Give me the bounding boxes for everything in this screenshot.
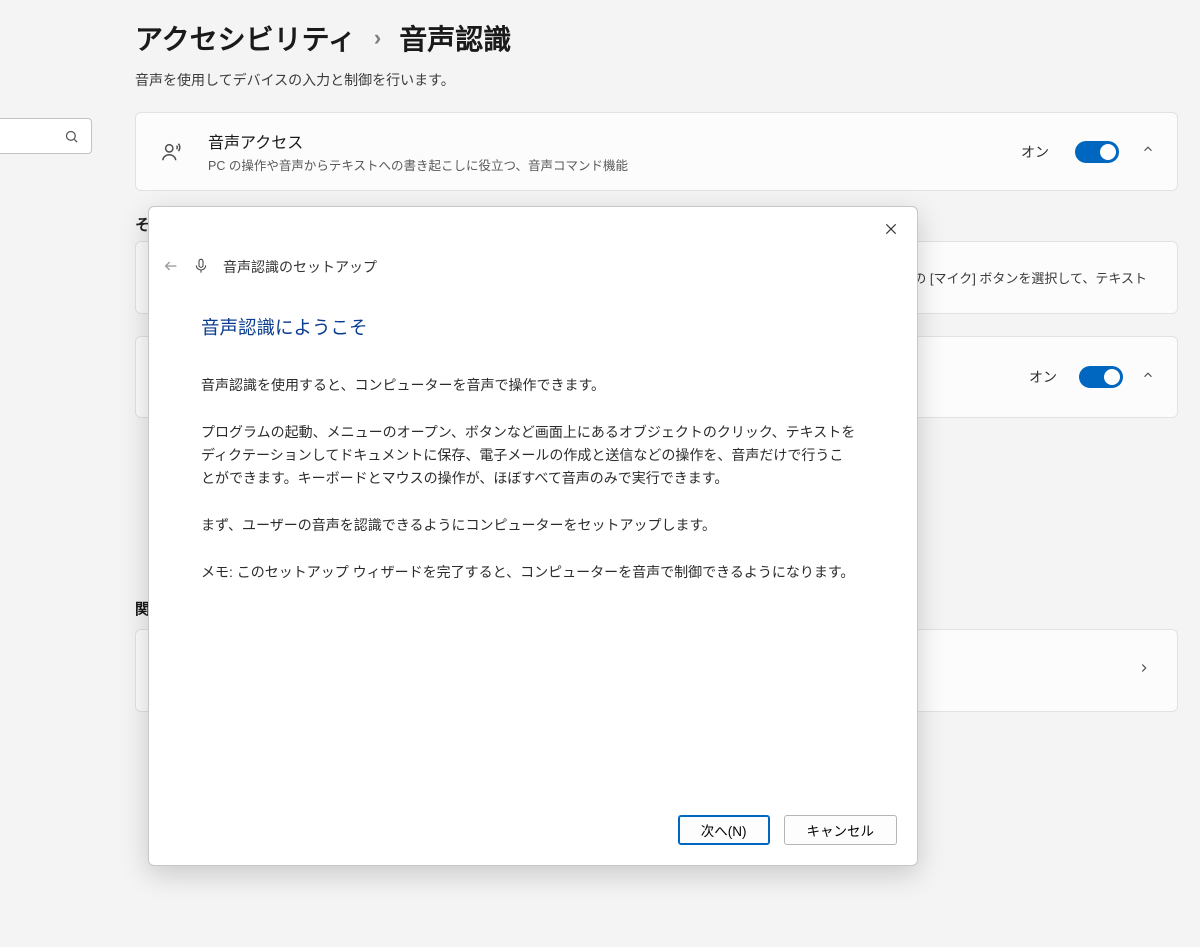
back-button[interactable]	[163, 258, 179, 277]
mic-hint-text: の [マイク] ボタンを選択して、テキスト	[913, 268, 1147, 287]
chevron-right-icon[interactable]	[1137, 661, 1151, 680]
secondary-toggle[interactable]	[1079, 366, 1123, 388]
wizard-paragraph-2: プログラムの起動、メニューのオープン、ボタンなど画面上にあるオブジェクトのクリッ…	[201, 421, 857, 490]
search-icon	[64, 129, 79, 144]
arrow-left-icon	[163, 258, 179, 274]
voice-access-title: 音声アクセス	[208, 129, 999, 153]
cancel-button[interactable]: キャンセル	[784, 815, 898, 845]
breadcrumb: アクセシビリティ › 音声認識	[0, 0, 1200, 66]
voice-access-icon	[158, 141, 186, 163]
voice-access-card[interactable]: 音声アクセス PC の操作や音声からテキストへの書き起こしに役立つ、音声コマンド…	[135, 112, 1178, 191]
breadcrumb-parent[interactable]: アクセシビリティ	[135, 18, 356, 58]
search-input[interactable]	[0, 118, 92, 154]
secondary-toggle-state: オン	[1029, 367, 1057, 387]
microphone-icon	[193, 258, 209, 277]
chevron-up-icon[interactable]	[1141, 368, 1155, 387]
wizard-paragraph-1: 音声認識を使用すると、コンピューターを音声で操作できます。	[201, 374, 857, 397]
speech-setup-wizard: 音声認識のセットアップ 音声認識にようこそ 音声認識を使用すると、コンピューター…	[148, 206, 918, 866]
breadcrumb-separator-icon: ›	[374, 25, 381, 51]
wizard-paragraph-3: まず、ユーザーの音声を認識できるようにコンピューターをセットアップします。	[201, 514, 857, 537]
voice-access-toggle[interactable]	[1075, 141, 1119, 163]
close-button[interactable]	[875, 213, 907, 245]
voice-access-subtitle: PC の操作や音声からテキストへの書き起こしに役立つ、音声コマンド機能	[208, 155, 999, 174]
next-button[interactable]: 次へ(N)	[678, 815, 770, 845]
wizard-title: 音声認識のセットアップ	[223, 257, 377, 277]
page-description: 音声を使用してデバイスの入力と制御を行います。	[0, 66, 1200, 112]
breadcrumb-current: 音声認識	[399, 18, 511, 58]
chevron-up-icon[interactable]	[1141, 142, 1155, 161]
wizard-welcome-heading: 音声認識にようこそ	[201, 313, 857, 344]
voice-access-toggle-state: オン	[1021, 142, 1049, 162]
wizard-paragraph-4: メモ: このセットアップ ウィザードを完了すると、コンピューターを音声で制御でき…	[201, 561, 857, 584]
close-icon	[884, 222, 898, 236]
